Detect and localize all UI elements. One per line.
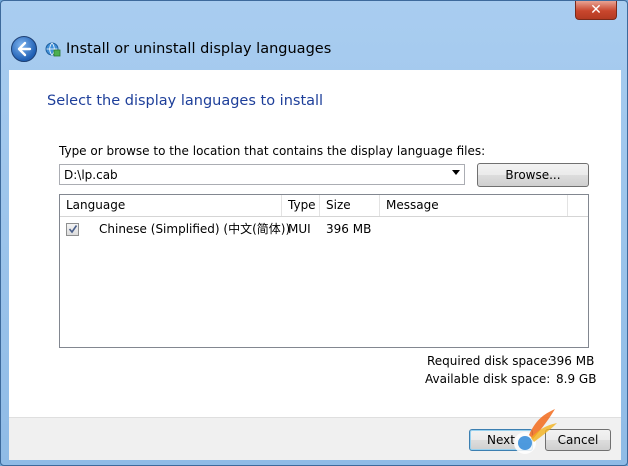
table-row[interactable]: Chinese (Simplified) (中文(简体)) MUI 396 MB: [60, 219, 588, 239]
available-space-label: Available disk space:: [425, 372, 551, 386]
column-header-type[interactable]: Type: [282, 195, 320, 216]
required-space-value: 396 MB: [549, 354, 595, 368]
back-button[interactable]: [11, 36, 37, 62]
back-arrow-icon: [17, 41, 32, 57]
list-header: Language Type Size Message: [60, 195, 588, 217]
close-button[interactable]: ✕: [575, 1, 617, 20]
close-icon: ✕: [590, 2, 602, 18]
cell-type: MUI: [288, 222, 311, 236]
required-space-label: Required disk space:: [427, 354, 552, 368]
language-checkbox[interactable]: [66, 223, 79, 236]
path-value: D:\lp.cab: [64, 168, 118, 182]
watermark-logo-icon: [514, 409, 557, 454]
window-frame: ✕ Install or uninstall display languages…: [0, 0, 628, 466]
window-title: Install or uninstall display languages: [66, 41, 332, 57]
chevron-down-icon[interactable]: [452, 170, 460, 175]
cell-language: Chinese (Simplified) (中文(简体)): [99, 222, 291, 236]
content-panel: Select the display languages to install …: [9, 70, 621, 417]
column-header-language[interactable]: Language: [60, 195, 282, 216]
path-combobox[interactable]: D:\lp.cab: [59, 164, 465, 185]
page-heading: Select the display languages to install: [47, 93, 324, 109]
column-header-message[interactable]: Message: [380, 195, 568, 216]
cell-size: 396 MB: [326, 222, 372, 236]
header-bar: Install or uninstall display languages: [9, 28, 621, 70]
language-globe-icon: [45, 42, 61, 57]
path-label: Type or browse to the location that cont…: [59, 144, 486, 158]
column-header-size[interactable]: Size: [320, 195, 380, 216]
browse-button[interactable]: Browse...: [477, 163, 589, 187]
checkmark-icon: [68, 225, 78, 234]
language-list[interactable]: Language Type Size Message Chinese (Simp…: [59, 194, 589, 348]
available-space-value: 8.9 GB: [556, 372, 597, 386]
